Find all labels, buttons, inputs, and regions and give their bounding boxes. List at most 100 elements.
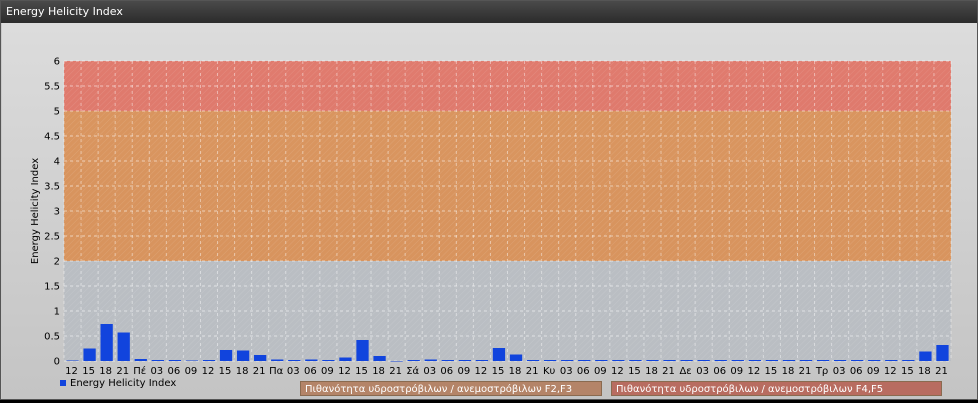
chart-panel: 0 0.5 1 1.5 2 2.5 3 3.5 4 4.5 5 5.5 6 12 15 18 21 Πέ 03 06…	[2, 23, 977, 399]
x-tick-label: 12	[65, 366, 78, 377]
x-tick-label: 09	[730, 366, 743, 377]
legend-band-f2f3[interactable]: Πιθανότητα υδροστρόβιλων / ανεμοστρόβιλω…	[300, 381, 602, 396]
bar[interactable]	[117, 332, 130, 362]
x-tick-label: 15	[82, 366, 95, 377]
y-tick-label: 3	[54, 207, 60, 218]
bar[interactable]	[373, 356, 386, 361]
x-tick-label: Σά	[406, 365, 419, 377]
x-tick-label: 12	[202, 366, 215, 377]
x-tick-label: 18	[645, 366, 658, 377]
bar[interactable]	[919, 351, 932, 362]
y-tick-label: 4.5	[44, 132, 60, 143]
bar[interactable]	[578, 360, 591, 361]
x-tick-label: 12	[747, 366, 760, 377]
bar[interactable]	[356, 340, 369, 361]
bar[interactable]	[202, 360, 216, 361]
bar[interactable]	[390, 361, 403, 362]
x-tick-label: 09	[185, 366, 198, 377]
x-tick-label: 21	[526, 366, 539, 377]
bar[interactable]	[185, 360, 199, 362]
y-tick-label: 5.5	[44, 82, 60, 93]
bar[interactable]	[902, 360, 915, 361]
bar[interactable]	[697, 360, 710, 361]
bar[interactable]	[612, 360, 625, 361]
x-tick-label: 06	[304, 366, 317, 377]
bar[interactable]	[288, 360, 301, 361]
bar[interactable]	[714, 360, 727, 361]
x-tick-label: 21	[662, 366, 675, 377]
x-tick-label: 15	[219, 366, 232, 377]
bar[interactable]	[66, 360, 79, 362]
bar[interactable]	[833, 360, 847, 361]
bar[interactable]	[475, 360, 489, 361]
bar[interactable]	[407, 360, 420, 361]
bar[interactable]	[339, 357, 352, 362]
x-tick-label: 18	[782, 366, 795, 377]
bar[interactable]	[731, 360, 744, 361]
x-tick-label: 21	[116, 366, 129, 377]
x-tick-label: 15	[355, 366, 368, 377]
x-tick-label: 18	[509, 366, 522, 377]
bar[interactable]	[765, 360, 779, 361]
x-tick-label: Δε	[679, 366, 691, 377]
bar[interactable]	[936, 345, 949, 361]
bar[interactable]	[782, 360, 796, 361]
bar[interactable]	[868, 360, 881, 361]
bar[interactable]	[544, 360, 557, 361]
bar[interactable]	[492, 348, 506, 361]
x-tick-label: 18	[99, 366, 112, 377]
x-tick-label: 15	[492, 366, 505, 377]
x-tick-label: 18	[372, 366, 385, 377]
bar[interactable]	[885, 360, 898, 361]
bar[interactable]	[851, 360, 864, 361]
bar[interactable]	[680, 360, 693, 361]
bar[interactable]	[151, 360, 164, 361]
bar[interactable]	[271, 359, 284, 362]
bar[interactable]	[305, 359, 318, 362]
legend-swatch	[60, 380, 66, 386]
x-tick-label: 06	[713, 366, 726, 377]
bar[interactable]	[561, 360, 574, 361]
x-tick-label: 09	[594, 366, 607, 377]
y-axis-title: Energy Helicity Index	[30, 158, 41, 264]
bar[interactable]	[595, 360, 608, 361]
x-tick-label: 09	[867, 366, 880, 377]
x-tick-label: 15	[765, 366, 778, 377]
legend-series[interactable]: Energy Helicity Index	[60, 377, 176, 391]
bar[interactable]	[799, 360, 813, 361]
bar[interactable]	[458, 360, 471, 361]
bar[interactable]	[236, 350, 250, 362]
x-tick-label: 06	[168, 366, 181, 377]
legend-band-f2f3-label: Πιθανότητα υδροστρόβιλων / ανεμοστρόβιλω…	[305, 384, 573, 395]
y-tick-label: 1	[54, 307, 60, 318]
bar[interactable]	[83, 348, 96, 362]
bar[interactable]	[219, 350, 233, 361]
bar[interactable]	[441, 360, 454, 361]
x-tick-label: 09	[457, 366, 470, 377]
x-tick-label: 06	[577, 366, 590, 377]
x-tick-label: 12	[884, 366, 897, 377]
chart-window: Energy Helicity Index 0 0.5 1 1.5 2 2.5 3 3.5 4 4…	[0, 0, 978, 400]
bar[interactable]	[424, 359, 437, 362]
bar[interactable]	[100, 324, 113, 361]
bar[interactable]	[509, 354, 523, 362]
bar[interactable]	[646, 360, 659, 361]
y-tick-label: 3.5	[44, 182, 60, 193]
x-tick-label: 21	[799, 366, 812, 377]
y-tick-label: 1.5	[44, 282, 60, 293]
bar[interactable]	[629, 360, 642, 361]
bar[interactable]	[322, 360, 335, 361]
bar[interactable]	[134, 359, 147, 361]
legend-band-f4f5[interactable]: Πιθανότητα υδροστρόβιλων / ανεμοστρόβιλω…	[611, 381, 942, 396]
bar[interactable]	[816, 360, 830, 361]
bar[interactable]	[168, 360, 182, 361]
ehi-chart: 0 0.5 1 1.5 2 2.5 3 3.5 4 4.5 5 5.5 6 12 15 18 21 Πέ 03 06…	[30, 57, 952, 377]
bar[interactable]	[748, 360, 761, 361]
x-tick-label: Κυ	[543, 366, 556, 377]
bar[interactable]	[254, 355, 267, 361]
bar[interactable]	[663, 360, 676, 361]
x-tick-label: 03	[560, 366, 573, 377]
legend-band-f4f5-label: Πιθανότητα υδροστρόβιλων / ανεμοστρόβιλω…	[616, 384, 884, 395]
bar[interactable]	[526, 360, 540, 361]
x-tick-label: 03	[150, 366, 163, 377]
